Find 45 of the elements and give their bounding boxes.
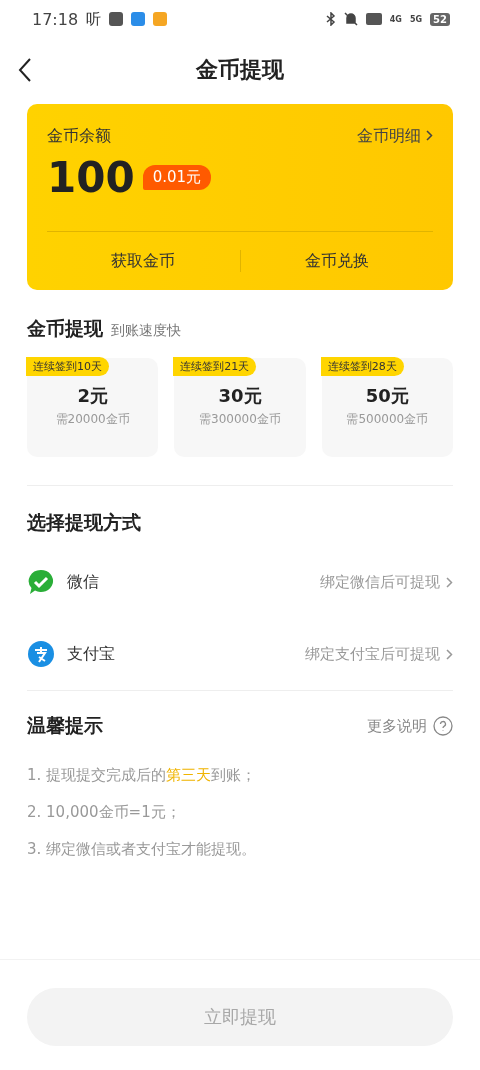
option-cost: 需300000金币	[199, 411, 281, 428]
card-action-button[interactable]: 获取金币	[47, 249, 240, 273]
detail-link[interactable]: 金币明细	[356, 126, 433, 147]
option-amount: 2元	[77, 384, 108, 408]
network-label: 5G	[409, 14, 423, 24]
balance-amount: 100	[47, 153, 135, 202]
bluetooth-icon	[325, 12, 336, 26]
tip-text: 3. 绑定微信或者支付宝才能提现。	[26, 839, 258, 860]
app-glyph: 听	[86, 9, 102, 29]
status-time: 17:18	[32, 9, 79, 29]
tip-text: 1. 提现提交完成后的第三天到账；	[26, 765, 258, 786]
section-subtitle: 到账速度快	[111, 322, 181, 340]
chevron-right-icon	[446, 648, 453, 660]
option-amount: 30元	[218, 384, 262, 408]
chat-check-icon	[27, 568, 55, 596]
network-label: 4G	[389, 14, 402, 24]
page-title: 金币提现	[196, 56, 284, 84]
app-icon	[153, 12, 168, 26]
more-info-button[interactable]: 更多说明	[367, 716, 453, 736]
section-title: 金币提现	[27, 316, 103, 341]
withdraw-option[interactable]: 连续签到10天 2元 需20000金币	[27, 358, 159, 457]
battery-level: 52	[430, 12, 450, 26]
streak-tag: 连续签到10天	[26, 357, 109, 376]
balance-label: 金币余额	[47, 126, 111, 147]
back-icon[interactable]	[18, 58, 32, 82]
app-icon	[131, 12, 146, 26]
tip-text: 2. 10,000金币=1元；	[26, 802, 182, 823]
card-action-button[interactable]: 金币兑换	[240, 249, 433, 273]
withdraw-option[interactable]: 连续签到28天 50元 需500000金币	[321, 358, 453, 457]
streak-tag: 连续签到21天	[173, 357, 257, 376]
value-badge: 0.01元	[142, 165, 212, 190]
option-amount: 50元	[365, 384, 409, 408]
help-icon	[433, 716, 453, 736]
section-title: 选择提现方式	[27, 510, 141, 535]
streak-tag: 连续签到28天	[320, 357, 404, 376]
bell-muted-icon	[343, 12, 358, 26]
chevron-right-icon	[446, 576, 453, 588]
option-cost: 需500000金币	[346, 411, 429, 428]
option-cost: 需20000金币	[55, 411, 130, 428]
payment-icon	[27, 640, 55, 668]
method-name: 微信	[67, 571, 100, 593]
method-name: 支付宝	[67, 643, 116, 665]
withdraw-option[interactable]: 连续签到21天 30元 需300000金币	[174, 358, 306, 457]
section-title: 温馨提示	[27, 713, 103, 738]
chevron-right-icon	[426, 130, 433, 141]
